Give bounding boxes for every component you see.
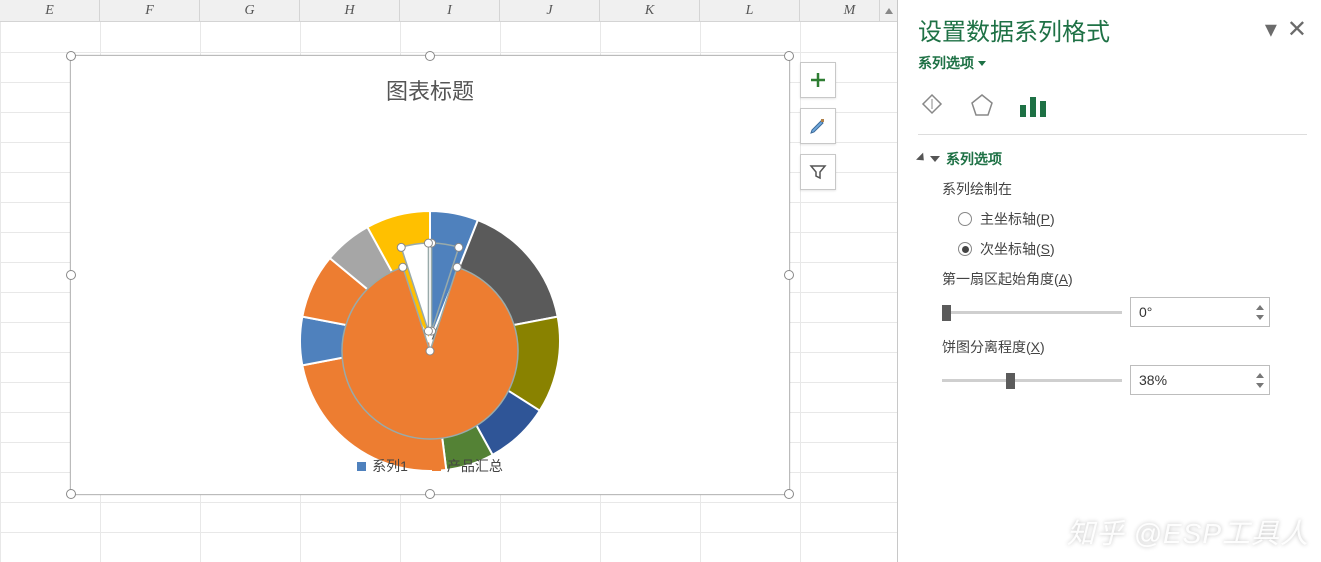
chart-side-buttons (800, 62, 836, 190)
spreadsheet-area[interactable]: E F G H I J K L M 图表标题 (0, 0, 897, 562)
explosion-label: 饼图分离程度(X) (942, 337, 1307, 357)
collapse-icon (930, 156, 940, 162)
effects-tab[interactable] (968, 91, 996, 124)
legend-label: 系列1 (372, 456, 408, 476)
start-angle-label: 第一扇区起始角度(A) (942, 269, 1307, 289)
chart-elements-button[interactable] (800, 62, 836, 98)
spinner[interactable] (1253, 370, 1267, 390)
resize-handle[interactable] (425, 51, 435, 61)
resize-handle[interactable] (784, 270, 794, 280)
pane-title-row: 设置数据系列格式 ▾ ✕ (918, 12, 1307, 47)
resize-handle[interactable] (66, 51, 76, 61)
filter-icon (809, 163, 827, 181)
section-title: 系列选项 (946, 149, 1002, 169)
legend-item[interactable]: 产品汇总 (432, 456, 503, 476)
resize-handle[interactable] (425, 489, 435, 499)
fill-outline-tab[interactable] (918, 91, 946, 124)
resize-handle[interactable] (66, 270, 76, 280)
explosion-slider[interactable] (942, 370, 1122, 390)
input-value: 0° (1139, 304, 1152, 320)
legend-swatch (357, 462, 366, 471)
pie-chart[interactable] (280, 191, 580, 491)
series-options-label: 系列选项 (918, 53, 974, 73)
resize-handle[interactable] (784, 51, 794, 61)
pane-close-icon[interactable]: ✕ (1287, 15, 1307, 44)
chart-object[interactable]: 图表标题 系列1 产品汇总 (70, 55, 790, 495)
col-header[interactable]: K (600, 0, 700, 21)
col-header[interactable]: H (300, 0, 400, 21)
pane-options-icon[interactable]: ▾ (1265, 15, 1277, 44)
col-header[interactable]: G (200, 0, 300, 21)
resize-handle[interactable] (784, 489, 794, 499)
col-header[interactable]: J (500, 0, 600, 21)
legend-item[interactable]: 系列1 (357, 456, 408, 476)
plot-on-label: 系列绘制在 (942, 179, 1307, 199)
pane-tabs (918, 91, 1307, 124)
radio-label: 次坐标轴(S) (980, 239, 1055, 259)
plus-icon (809, 71, 827, 89)
series-options-dropdown[interactable]: 系列选项 (918, 53, 986, 73)
primary-axis-radio[interactable]: 主坐标轴(P) (958, 209, 1307, 229)
radio-icon (958, 242, 972, 256)
radio-icon (958, 212, 972, 226)
col-header[interactable]: I (400, 0, 500, 21)
legend-swatch (432, 462, 441, 471)
brush-icon (808, 116, 828, 136)
divider (918, 134, 1307, 135)
chart-title[interactable]: 图表标题 (71, 74, 789, 106)
section-series-options[interactable]: 系列选项 (918, 149, 1307, 169)
chart-filter-button[interactable] (800, 154, 836, 190)
series-options-tab[interactable] (1018, 91, 1048, 124)
col-header[interactable]: E (0, 0, 100, 21)
start-angle-slider[interactable] (942, 302, 1122, 322)
chart-styles-button[interactable] (800, 108, 836, 144)
scroll-up-button[interactable] (879, 0, 897, 22)
spinner[interactable] (1253, 302, 1267, 322)
column-headers: E F G H I J K L M (0, 0, 897, 22)
explosion-input[interactable]: 38% (1130, 365, 1270, 395)
legend-label: 产品汇总 (447, 456, 503, 476)
chart-legend: 系列1 产品汇总 (71, 456, 789, 476)
secondary-axis-radio[interactable]: 次坐标轴(S) (958, 239, 1307, 259)
start-angle-input[interactable]: 0° (1130, 297, 1270, 327)
col-header[interactable]: F (100, 0, 200, 21)
input-value: 38% (1139, 372, 1167, 388)
resize-handle[interactable] (66, 489, 76, 499)
format-pane: 设置数据系列格式 ▾ ✕ 系列选项 系列选项 系列绘制在 主坐标轴(P) 次 (897, 0, 1321, 562)
col-header[interactable]: L (700, 0, 800, 21)
radio-label: 主坐标轴(P) (980, 209, 1055, 229)
pane-title: 设置数据系列格式 (918, 12, 1110, 47)
